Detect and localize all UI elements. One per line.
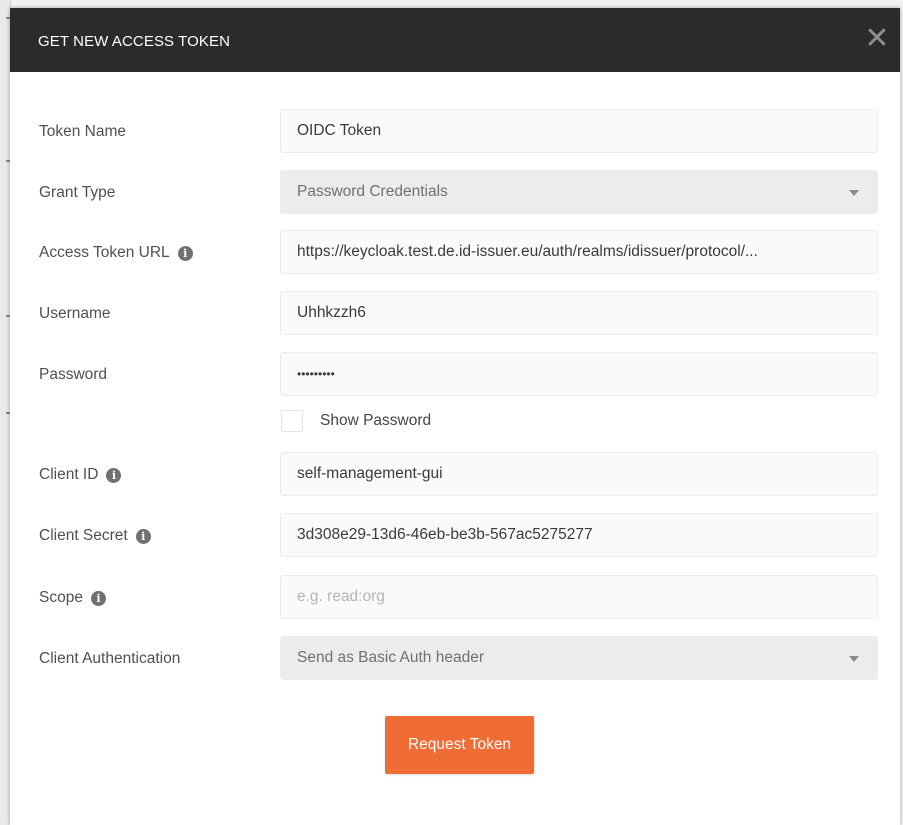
client-id-input[interactable] — [280, 452, 878, 496]
access-token-url-input[interactable] — [280, 230, 878, 274]
info-icon[interactable]: i — [106, 467, 122, 483]
username-input[interactable] — [280, 291, 878, 335]
grant-type-label: Grant Type — [39, 170, 115, 216]
info-icon[interactable]: i — [135, 528, 151, 544]
token-name-label: Token Name — [39, 109, 126, 155]
client-id-row: Client ID i — [10, 452, 900, 498]
client-authentication-row: Client Authentication Send as Basic Auth… — [10, 636, 900, 682]
info-icon[interactable]: i — [90, 590, 106, 606]
password-input[interactable]: ••••••••• — [280, 352, 878, 396]
scope-row: Scope i — [10, 575, 900, 621]
grant-type-row: Grant Type Password Credentials — [10, 170, 900, 216]
grant-type-value: Password Credentials — [297, 183, 448, 200]
token-name-input[interactable] — [280, 109, 878, 153]
grant-type-label-text: Grant Type — [39, 184, 116, 201]
client-authentication-label-text: Client Authentication — [39, 650, 181, 667]
access-token-url-row: Access Token URL i — [10, 230, 900, 276]
request-token-button[interactable]: Request Token — [385, 716, 534, 774]
grant-type-select[interactable]: Password Credentials — [280, 170, 878, 214]
password-masked-value: ••••••••• — [297, 367, 335, 381]
client-secret-label: Client Secret i — [39, 513, 151, 559]
username-row: Username — [10, 291, 900, 337]
dialog-title: GET NEW ACCESS TOKEN — [38, 33, 231, 50]
access-token-url-label: Access Token URL i — [39, 230, 193, 276]
access-token-dialog: GET NEW ACCESS TOKEN ✕ Token Name Grant … — [10, 8, 900, 825]
client-authentication-label: Client Authentication — [39, 636, 180, 682]
access-token-url-label-text: Access Token URL — [39, 244, 170, 261]
dialog-header: GET NEW ACCESS TOKEN ✕ — [10, 8, 900, 72]
client-authentication-value: Send as Basic Auth header — [297, 649, 484, 666]
client-authentication-select[interactable]: Send as Basic Auth header — [280, 636, 878, 680]
close-icon[interactable]: ✕ — [862, 24, 892, 56]
show-password-checkbox[interactable] — [281, 410, 303, 432]
client-id-label-text: Client ID — [39, 466, 99, 483]
token-name-label-text: Token Name — [39, 123, 127, 140]
info-icon[interactable]: i — [177, 245, 193, 261]
chevron-down-icon — [849, 190, 859, 196]
scope-label-text: Scope — [39, 589, 83, 606]
password-row: Password ••••••••• — [10, 352, 900, 398]
client-secret-row: Client Secret i — [10, 513, 900, 559]
scope-label: Scope i — [39, 575, 106, 621]
scope-input[interactable] — [280, 575, 878, 619]
client-secret-input[interactable] — [280, 513, 878, 557]
chevron-down-icon — [849, 656, 859, 662]
show-password-label[interactable]: Show Password — [320, 412, 431, 430]
password-label-text: Password — [39, 366, 108, 383]
username-label-text: Username — [39, 305, 111, 322]
token-name-row: Token Name — [10, 109, 900, 155]
password-label: Password — [39, 352, 107, 398]
client-id-label: Client ID i — [39, 452, 122, 498]
client-secret-label-text: Client Secret — [39, 527, 128, 544]
username-label: Username — [39, 291, 111, 337]
